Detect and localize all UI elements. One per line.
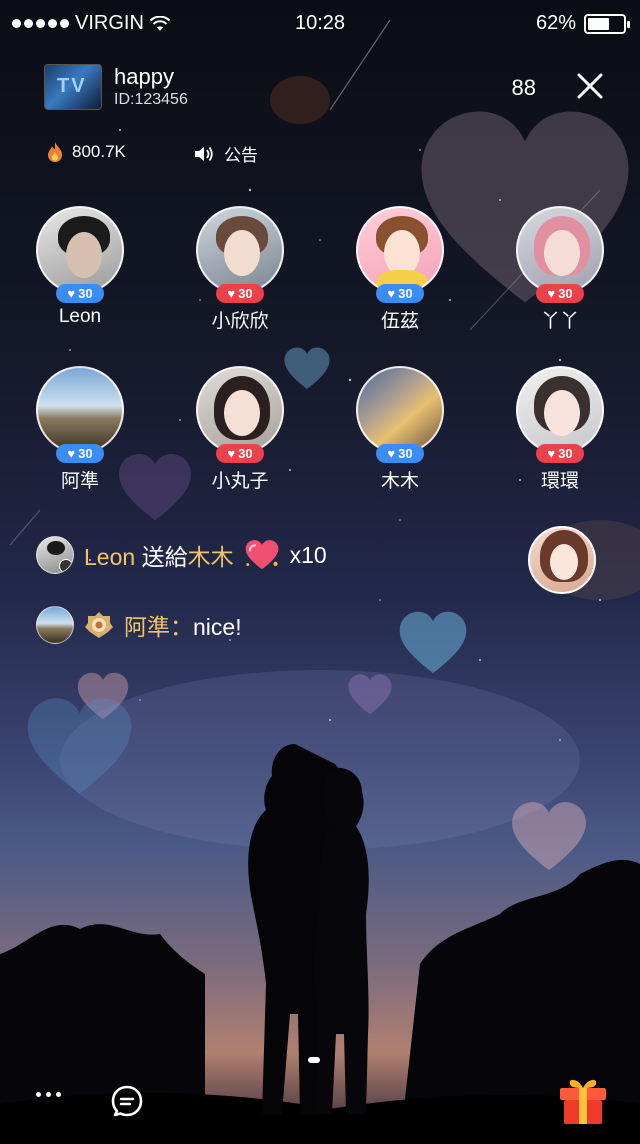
room-id: ID:123456 [114, 91, 188, 108]
guest-slot[interactable]: ♥ 30 阿準 [20, 366, 140, 506]
like-badge: ♥ 30 [376, 284, 424, 303]
heart-icon: ♥ [547, 446, 556, 461]
guest-slot[interactable]: ♥ 30 Leon [20, 206, 140, 346]
battery-percent: 62% [535, 12, 576, 34]
like-badge: ♥ 30 [536, 444, 584, 463]
gift-box-icon[interactable] [556, 1074, 610, 1128]
heart-icon: ♥ [67, 286, 76, 301]
viewer-count[interactable]: 88 [512, 75, 536, 101]
chat-text-message: 阿準：nice! [36, 606, 242, 644]
guest-avatar [516, 206, 604, 294]
chat-gift-message: Leon 送給木木 x10 [36, 536, 327, 574]
close-icon[interactable] [576, 72, 604, 100]
guest-slot[interactable]: ♥ 30 伍茲 [340, 206, 460, 346]
room-avatar[interactable]: TV [44, 64, 102, 110]
like-badge: ♥ 30 [56, 284, 104, 303]
like-badge: ♥ 30 [376, 444, 424, 463]
heart-decoration [399, 611, 467, 674]
guest-slot[interactable]: ♥ 30 小欣欣 [180, 206, 300, 346]
gift-verb: 送給 [141, 544, 188, 570]
heart-icon: ♥ [67, 446, 76, 461]
heart-icon: ♥ [387, 286, 396, 301]
guest-name: 伍茲 [380, 311, 419, 332]
like-count: 30 [238, 446, 253, 461]
gift-sender[interactable]: Leon [84, 544, 135, 570]
like-count: 30 [558, 286, 573, 301]
guest-avatar [196, 206, 284, 294]
guest-name: 丫丫 [540, 311, 579, 332]
heart-icon: ♥ [387, 446, 396, 461]
like-badge: ♥ 30 [56, 444, 104, 463]
info-row: 800.7K 公告 [46, 138, 346, 168]
like-badge: ♥ 30 [536, 284, 584, 303]
like-count: 30 [78, 446, 93, 461]
heart-gift-icon [245, 540, 278, 570]
page-indicator [308, 1057, 320, 1063]
guest-name: 環環 [540, 471, 579, 492]
fire-icon [48, 142, 62, 162]
heart-icon: ♥ [547, 286, 556, 301]
chat-bubble-icon[interactable] [110, 1084, 144, 1118]
guest-name: 木木 [380, 471, 419, 492]
couple-silhouette-scene [0, 744, 640, 1144]
battery-info: 62% [535, 12, 630, 35]
gift-count: x10 [289, 541, 327, 568]
guest-name: Leon [58, 306, 102, 327]
notice-label: 公告 [224, 146, 258, 165]
guest-avatar [36, 206, 124, 294]
hot-score: 800.7K [46, 141, 126, 163]
like-badge: ♥ 30 [216, 284, 264, 303]
guest-name: 小丸子 [211, 471, 269, 492]
message-sender[interactable]: 阿準： [124, 614, 193, 640]
heart-icon: ♥ [227, 446, 236, 461]
hot-value: 800.7K [72, 142, 126, 161]
notice-button[interactable]: 公告 [194, 141, 258, 166]
guest-avatar [356, 366, 444, 454]
heart-icon: ♥ [227, 286, 236, 301]
like-count: 30 [558, 446, 573, 461]
sender-avatar[interactable] [36, 606, 74, 644]
guest-slot[interactable]: ♥ 30 丫丫 [500, 206, 620, 346]
message-text: nice! [193, 614, 242, 640]
guest-avatar [356, 206, 444, 294]
room-header: TV happy ID:123456 88 [0, 60, 640, 120]
speaker-icon [195, 146, 213, 161]
like-badge: ♥ 30 [216, 444, 264, 463]
guest-slot[interactable]: ♥ 30 小丸子 [180, 366, 300, 506]
guest-slot[interactable]: ♥ 30 環環 [500, 366, 620, 506]
like-count: 30 [398, 446, 413, 461]
guest-name: 小欣欣 [211, 311, 269, 332]
featured-user-avatar[interactable] [528, 526, 596, 594]
guest-avatar [36, 366, 124, 454]
like-count: 30 [238, 286, 253, 301]
guest-slot[interactable]: ♥ 30 木木 [340, 366, 460, 506]
gift-receiver[interactable]: 木木 [188, 544, 234, 570]
rank-medal-icon [85, 612, 113, 638]
battery-icon [584, 13, 630, 34]
heart-decoration [348, 674, 392, 715]
more-options-icon[interactable] [36, 1092, 61, 1097]
guest-avatar [196, 366, 284, 454]
like-count: 30 [398, 286, 413, 301]
sender-avatar[interactable] [36, 536, 74, 574]
status-bar: VIRGIN 10:28 62% [0, 0, 640, 48]
guest-avatar [516, 366, 604, 454]
like-count: 30 [78, 286, 93, 301]
room-title: happy [114, 64, 174, 89]
guest-name: 阿準 [60, 471, 99, 492]
